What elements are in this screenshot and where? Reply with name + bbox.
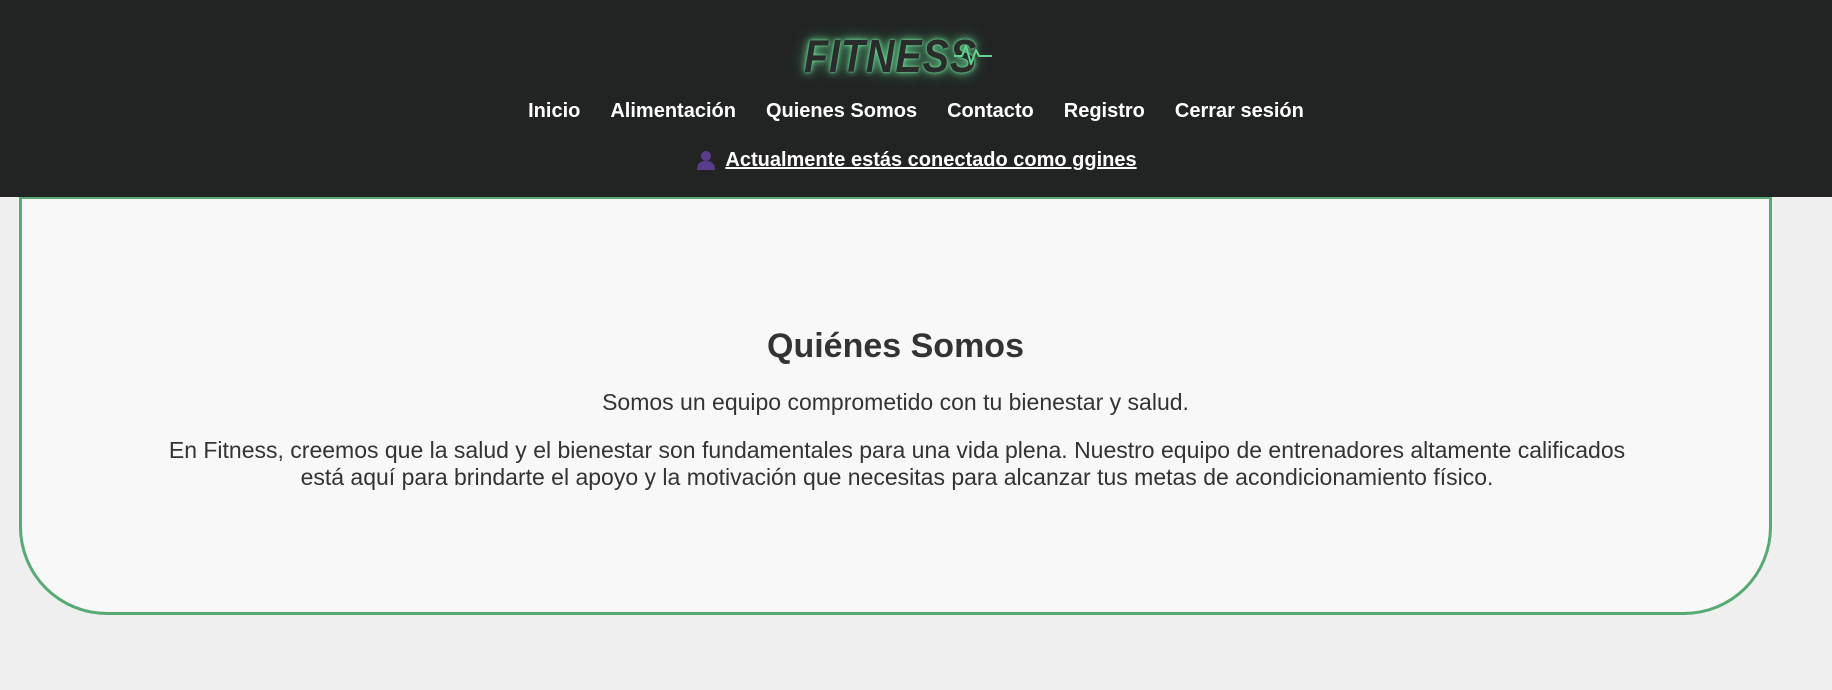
about-subtitle: Somos un equipo comprometido con tu bien… — [602, 389, 1189, 415]
about-card: Quiénes Somos Somos un equipo comprometi… — [19, 197, 1772, 615]
nav-link-quienes-somos[interactable]: Quienes Somos — [766, 100, 917, 123]
about-body: En Fitness, creemos que la salud y el bi… — [168, 437, 1626, 490]
page-title: Quiénes Somos — [767, 327, 1024, 365]
user-status-link[interactable]: Actualmente estás conectado como ggines — [725, 149, 1136, 172]
nav-link-contacto[interactable]: Contacto — [947, 100, 1034, 123]
nav-link-registro[interactable]: Registro — [1064, 100, 1145, 123]
nav-link-cerrar-sesion[interactable]: Cerrar sesión — [1175, 100, 1304, 123]
nav-link-alimentacion[interactable]: Alimentación — [610, 100, 736, 123]
heartbeat-pulse-icon — [954, 45, 992, 65]
nav-link-inicio[interactable]: Inicio — [528, 100, 580, 123]
fitness-logo[interactable]: FITNESS — [804, 26, 992, 86]
logo-wordmark: FITNESS — [804, 30, 978, 82]
user-icon — [697, 151, 716, 170]
main-nav: Inicio Alimentación Quienes Somos Contac… — [0, 96, 1832, 126]
user-status: Actualmente estás conectado como ggines — [0, 146, 1832, 174]
site-header: FITNESS Inicio Alimentación Quienes Somo… — [0, 0, 1832, 197]
